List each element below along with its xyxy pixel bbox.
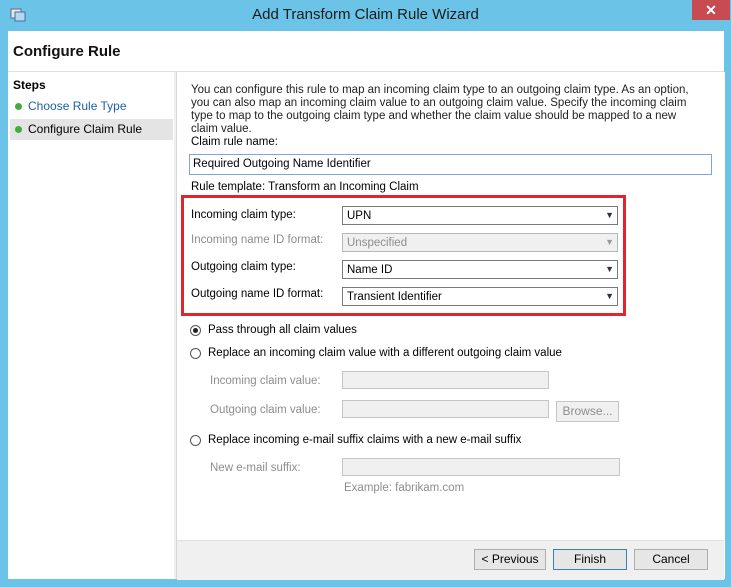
incoming-name-id-format-label: Incoming name ID format: — [191, 234, 324, 246]
outgoing-claim-value-input — [342, 400, 549, 418]
pass-through-radio[interactable] — [190, 325, 201, 336]
step-label: Choose Rule Type — [28, 99, 127, 113]
new-email-suffix-input — [342, 458, 620, 476]
claim-rule-name-input[interactable]: Required Outgoing Name Identifier — [189, 154, 712, 175]
claim-rule-name-label: Claim rule name: — [191, 136, 278, 148]
incoming-claim-type-select[interactable]: UPN ▼ — [342, 206, 618, 225]
radio-selected-icon — [193, 328, 198, 333]
finish-button[interactable]: Finish — [553, 549, 627, 570]
chevron-down-icon: ▼ — [605, 291, 614, 301]
replace-suffix-label[interactable]: Replace incoming e-mail suffix claims wi… — [208, 434, 521, 446]
browse-button: Browse... — [556, 401, 619, 422]
incoming-claim-value-input — [342, 371, 549, 389]
step-choose-rule-type[interactable]: Choose Rule Type — [10, 96, 173, 117]
outgoing-name-id-format-value: Transient Identifier — [347, 291, 442, 303]
outgoing-claim-type-select[interactable]: Name ID ▼ — [342, 260, 618, 279]
steps-heading: Steps — [13, 78, 46, 92]
intro-text: You can configure this rule to map an in… — [191, 84, 689, 135]
chevron-down-icon: ▼ — [605, 264, 614, 274]
incoming-claim-type-value: UPN — [347, 210, 372, 222]
step-configure-claim-rule[interactable]: Configure Claim Rule — [10, 119, 173, 140]
step-current-icon — [15, 126, 22, 133]
outgoing-name-id-format-label: Outgoing name ID format: — [191, 288, 324, 300]
replace-suffix-radio[interactable] — [190, 435, 201, 446]
incoming-claim-value-label: Incoming claim value: — [210, 375, 321, 387]
window-title: Add Transform Claim Rule Wizard — [252, 6, 479, 23]
incoming-name-id-format-value: Unspecified — [347, 237, 408, 249]
replace-value-label[interactable]: Replace an incoming claim value with a d… — [208, 347, 562, 359]
new-email-suffix-label: New e-mail suffix: — [210, 462, 301, 474]
cancel-button[interactable]: Cancel — [634, 549, 708, 570]
pass-through-label[interactable]: Pass through all claim values — [208, 324, 357, 336]
claim-rule-name-value: Required Outgoing Name Identifier — [193, 158, 371, 170]
outgoing-claim-value-label: Outgoing claim value: — [210, 404, 321, 416]
incoming-claim-type-label: Incoming claim type: — [191, 209, 296, 221]
replace-value-radio[interactable] — [190, 348, 201, 359]
close-button[interactable]: ✕ — [692, 0, 730, 20]
outgoing-claim-type-value: Name ID — [347, 264, 393, 276]
window-frame — [0, 31, 8, 587]
outgoing-claim-type-label: Outgoing claim type: — [191, 261, 296, 273]
page-title: Configure Rule — [13, 43, 121, 60]
previous-button[interactable]: < Previous — [474, 549, 546, 570]
step-label: Configure Claim Rule — [28, 122, 143, 136]
example-text: Example: fabrikam.com — [344, 482, 465, 494]
chevron-down-icon: ▼ — [605, 237, 614, 247]
outgoing-name-id-format-select[interactable]: Transient Identifier ▼ — [342, 287, 618, 306]
step-complete-icon — [15, 103, 22, 110]
incoming-name-id-format-select: Unspecified ▼ — [342, 233, 618, 252]
rule-template-text: Rule template: Transform an Incoming Cla… — [191, 181, 419, 193]
steps-panel — [8, 72, 174, 579]
chevron-down-icon: ▼ — [605, 210, 614, 220]
